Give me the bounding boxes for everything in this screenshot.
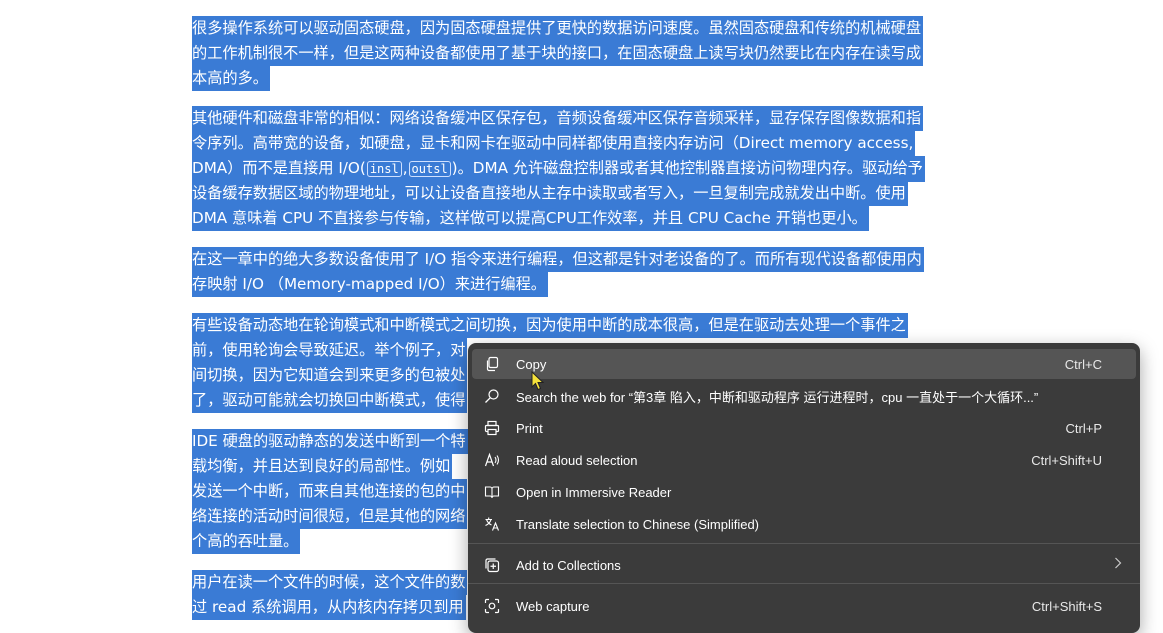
selected-text-line[interactable]: 本高的多。 <box>192 66 270 91</box>
menu-item-label: Web capture <box>516 598 590 614</box>
selected-text-line[interactable]: DMA）而不是直接用 I/O(insl, outsl)。DMA 允许磁盘控制器或者… <box>192 156 925 182</box>
translate-icon <box>482 514 502 534</box>
menu-item-label: Open in Immersive Reader <box>516 484 672 500</box>
read-aloud-icon <box>482 450 502 470</box>
menu-item-label: Copy <box>516 356 547 372</box>
paragraph[interactable]: 在这一章中的绝大多数设备使用了 I/O 指令来进行编程，但这都是针对老设备的了。… <box>192 247 982 297</box>
menu-item-immersive-reader[interactable]: Open in Immersive Reader <box>472 477 1136 507</box>
selected-text-line[interactable]: 用户在读一个文件的时候，这个文件的数 <box>192 570 468 595</box>
selected-text-line[interactable]: 存映射 I/O （Memory-mapped I/O）来进行编程。 <box>192 272 548 297</box>
menu-item-copy[interactable]: Copy Ctrl+C <box>472 349 1136 379</box>
menu-item-shortcut: Ctrl+C <box>1064 356 1102 372</box>
selected-text-line[interactable]: 间切换，因为它知道会到来更多的包被处 <box>192 363 468 388</box>
menu-item-shortcut: Ctrl+Shift+U <box>1031 452 1102 468</box>
menu-item-search-web[interactable]: Search the web for “第3章 陷入，中断和驱动程序 运行进程时… <box>472 381 1136 411</box>
selected-text-line[interactable]: 络连接的活动时间很短，但是其他的网络 <box>192 504 468 529</box>
web-capture-icon <box>482 596 502 616</box>
menu-item-print[interactable]: Print Ctrl+P <box>472 413 1136 443</box>
chevron-right-icon <box>1114 556 1122 574</box>
text-segment: DMA）而不是直接用 I/O( <box>192 159 366 177</box>
selected-text-line[interactable]: 发送一个中断，而来自其他连接的包的中 <box>192 479 468 504</box>
selected-text-line[interactable]: 个高的吞吐量。 <box>192 529 301 554</box>
immersive-reader-icon <box>482 482 502 502</box>
text-segment: , <box>402 159 408 177</box>
selected-text-line[interactable]: 设备缓存数据区域的物理地址，可以让设备直接地从主存中读取或者写入，一旦复制完成就… <box>192 181 908 206</box>
selected-text-line[interactable]: 有些设备动态地在轮询模式和中断模式之间切换，因为使用中断的成本很高，但是在驱动去… <box>192 313 908 338</box>
selected-text-line[interactable]: 在这一章中的绝大多数设备使用了 I/O 指令来进行编程，但这都是针对老设备的了。… <box>192 247 924 272</box>
menu-item-translate[interactable]: Translate selection to Chinese (Simplifi… <box>472 509 1136 539</box>
paragraph[interactable]: 其他硬件和磁盘非常的相似：网络设备缓冲区保存包，音频设备缓冲区保存音频采样，显存… <box>192 106 982 231</box>
menu-separator <box>468 543 1140 544</box>
copy-icon <box>482 354 502 374</box>
mouse-pointer-icon <box>531 370 545 395</box>
menu-item-label: Print <box>516 420 543 436</box>
selected-text-line[interactable]: DMA 意味着 CPU 不直接参与传输，这样做可以提高CPU工作效率，并且 CP… <box>192 206 869 231</box>
menu-item-read-aloud[interactable]: Read aloud selection Ctrl+Shift+U <box>472 445 1136 475</box>
menu-item-add-to-collections[interactable]: Add to Collections <box>472 550 1136 580</box>
selected-text-line[interactable]: 很多操作系统可以驱动固态硬盘，因为固态硬盘提供了更快的数据访问速度。虽然固态硬盘… <box>192 16 923 41</box>
menu-separator <box>468 583 1140 584</box>
search-icon <box>482 386 502 406</box>
printer-icon <box>482 418 502 438</box>
selected-text-line[interactable]: 令序列。高带宽的设备，如硬盘，显卡和网卡在驱动中同样都使用直接内存访问（Dire… <box>192 131 916 156</box>
menu-item-shortcut: Ctrl+P <box>1065 420 1102 436</box>
selected-text-line[interactable]: 其他硬件和磁盘非常的相似：网络设备缓冲区保存包，音频设备缓冲区保存音频采样，显存… <box>192 106 923 131</box>
selected-text-line[interactable]: IDE 硬盘的驱动静态的发送中断到一个特 <box>192 429 468 454</box>
menu-item-label: Search the web for “第3章 陷入，中断和驱动程序 运行进程时… <box>516 389 1039 405</box>
menu-item-shortcut: Ctrl+Shift+S <box>1031 598 1102 614</box>
selected-text-line[interactable]: 载均衡，并且达到良好的局部性。例如 <box>192 454 453 479</box>
selected-text-line[interactable]: 了，驱动可能就会切换回中断模式，使得 <box>192 388 468 413</box>
selected-text-line[interactable]: 的工作机制很不一样，但是这两种设备都使用了基于块的接口，在固态硬盘上读写块仍然要… <box>192 41 923 66</box>
menu-item-web-capture[interactable]: Web capture Ctrl+Shift+S <box>472 591 1136 621</box>
menu-item-label: Add to Collections <box>516 557 621 573</box>
inline-code: outsl <box>408 161 451 177</box>
menu-item-label: Translate selection to Chinese (Simplifi… <box>516 516 760 532</box>
inline-code: insl <box>366 161 402 177</box>
menu-item-label: Read aloud selection <box>516 452 638 468</box>
collections-icon <box>482 555 502 575</box>
selected-text-line[interactable]: 前，使用轮询会导致延迟。举个例子，对 <box>192 338 468 363</box>
text-segment: )。DMA 允许磁盘控制器或者其他控制器直接访问物理内存。驱动给予 <box>451 159 923 177</box>
paragraph[interactable]: 很多操作系统可以驱动固态硬盘，因为固态硬盘提供了更快的数据访问速度。虽然固态硬盘… <box>192 16 982 91</box>
selected-text-line[interactable]: 过 read 系统调用，从内核内存拷贝到用 <box>192 595 466 620</box>
context-menu: Copy Ctrl+C Search the web for “第3章 陷入，中… <box>468 343 1140 633</box>
